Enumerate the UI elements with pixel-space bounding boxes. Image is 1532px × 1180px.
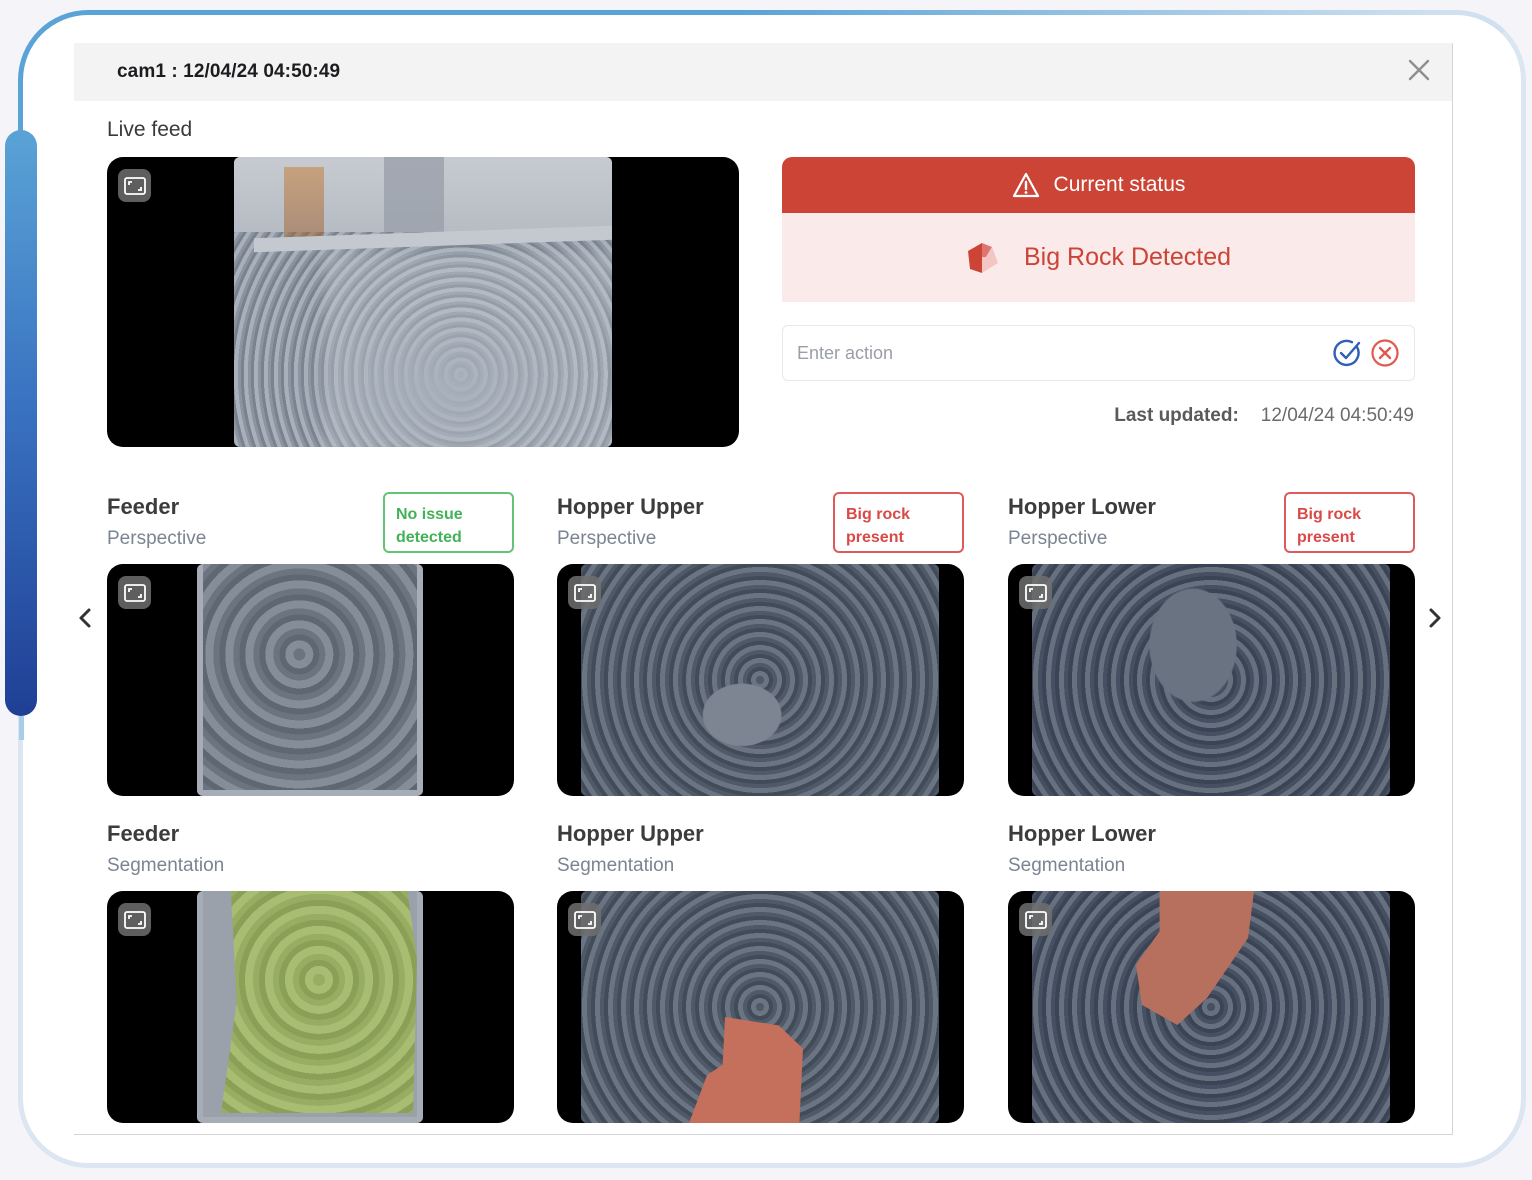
frame-accent-fade [740, 10, 1440, 15]
expand-icon [573, 583, 596, 602]
status-body: Big Rock Detected [782, 213, 1415, 302]
camera-feed[interactable] [557, 564, 964, 796]
cancel-action-button[interactable] [1370, 338, 1400, 368]
camera-card: Hopper Lower Perspective Big rock presen… [1008, 492, 1415, 796]
action-field [782, 325, 1415, 381]
feed-expand-button[interactable] [118, 576, 151, 609]
expand-icon [123, 176, 146, 195]
camera-card: Feeder Perspective No issue detected [107, 492, 514, 796]
feeder-segmentation-image [197, 891, 423, 1123]
hopper-lower-segmentation-image [1032, 891, 1390, 1123]
rock-icon [967, 242, 998, 273]
confirm-action-button[interactable] [1332, 338, 1362, 368]
camera-card: Hopper Upper Segmentation [557, 821, 964, 1123]
feed-expand-button[interactable] [1019, 903, 1052, 936]
camera-title: Feeder [107, 821, 180, 846]
camera-title: Hopper Lower [1008, 821, 1156, 846]
camera-feed[interactable] [107, 891, 514, 1123]
camera-subtitle: Segmentation [557, 855, 675, 876]
expand-icon [123, 583, 146, 602]
action-icons [1332, 338, 1400, 368]
live-feed-expand-button[interactable] [118, 169, 151, 202]
close-button[interactable] [1406, 57, 1432, 83]
live-feed-chute [384, 157, 444, 232]
side-drawer-handle[interactable] [5, 130, 37, 716]
status-badge: No issue detected [383, 492, 514, 553]
camera-card: Hopper Lower Segmentation [1008, 821, 1415, 1123]
hopper-upper-perspective-image [581, 564, 939, 796]
feeder-perspective-image [197, 564, 423, 796]
warning-triangle-icon [1012, 172, 1039, 198]
camera-feed[interactable] [1008, 564, 1415, 796]
hopper-upper-segmentation-image [581, 891, 939, 1123]
carousel-next-button[interactable] [1424, 603, 1446, 633]
expand-icon [1024, 583, 1047, 602]
last-updated-label: Last updated: [1114, 405, 1239, 426]
feed-expand-button[interactable] [568, 903, 601, 936]
status-header: Current status [782, 157, 1415, 213]
feed-expand-button[interactable] [118, 903, 151, 936]
last-updated: Last updated: 12/04/24 04:50:49 [1114, 405, 1414, 427]
status-badge: Big rock present [833, 492, 964, 553]
camera-subtitle: Segmentation [107, 855, 225, 876]
check-circle-icon [1333, 339, 1361, 367]
segmentation-mask-big-rock [689, 1017, 803, 1123]
expand-icon [1024, 910, 1047, 929]
chevron-left-icon [79, 608, 91, 628]
live-feed-machinery [284, 167, 324, 237]
x-circle-icon [1371, 339, 1399, 367]
camera-feed[interactable] [1008, 891, 1415, 1123]
last-updated-value: 12/04/24 04:50:49 [1260, 405, 1414, 426]
hopper-lower-perspective-image [1032, 564, 1390, 796]
live-feed-dust [324, 252, 612, 447]
status-detection-label: Big Rock Detected [1023, 243, 1232, 271]
modal-header: cam1 : 12/04/24 04:50:49 [74, 43, 1452, 101]
live-feed-label: Live feed [107, 118, 193, 141]
camera-feed[interactable] [557, 891, 964, 1123]
feed-expand-button[interactable] [1019, 576, 1052, 609]
camera-subtitle: Segmentation [1008, 855, 1126, 876]
side-handle-tail [19, 716, 24, 740]
camera-card: Hopper Upper Perspective Big rock presen… [557, 492, 964, 796]
camera-card: Feeder Segmentation [107, 821, 514, 1123]
current-status-card: Current status Big Rock Detected [782, 157, 1415, 302]
camera-feed[interactable] [107, 564, 514, 796]
carousel-prev-button[interactable] [74, 603, 96, 633]
modal-title: cam1 : 12/04/24 04:50:49 [117, 61, 341, 82]
live-feed-video[interactable] [107, 157, 739, 447]
segmentation-mask-big-rock [1136, 891, 1254, 1025]
camera-title: Hopper Upper [557, 821, 704, 846]
feed-expand-button[interactable] [568, 576, 601, 609]
camera-detail-modal: cam1 : 12/04/24 04:50:49 Live feed Curre… [74, 43, 1453, 1135]
expand-icon [573, 910, 596, 929]
action-input[interactable] [797, 342, 1332, 364]
expand-icon [123, 910, 146, 929]
live-feed-image [234, 157, 612, 447]
segmentation-mask-ok [221, 891, 417, 1113]
chevron-right-icon [1429, 608, 1441, 628]
status-badge: Big rock present [1284, 492, 1415, 553]
close-icon [1408, 59, 1430, 81]
status-header-label: Current status [1053, 173, 1186, 196]
